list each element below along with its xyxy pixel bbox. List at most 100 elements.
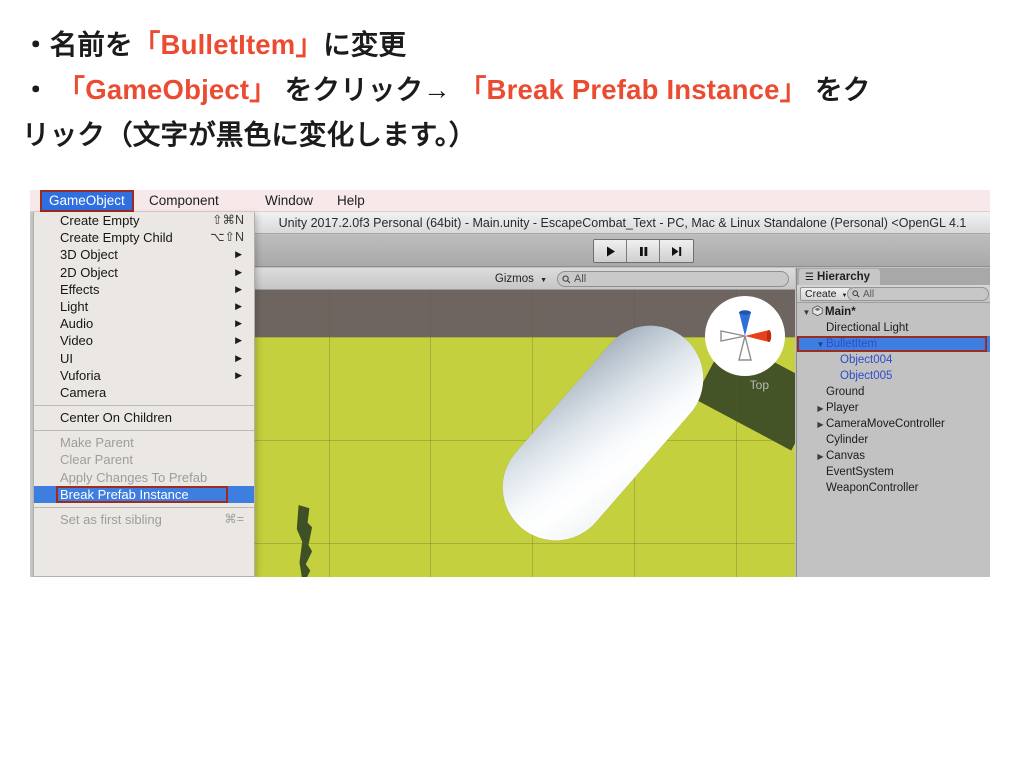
submenu-arrow-icon: ▶ [235, 352, 242, 363]
expand-triangle-closed-icon[interactable]: ▶ [815, 417, 826, 433]
menu-item-vuforia[interactable]: Vuforia ▶ [34, 367, 254, 384]
menu-item-center-on-children[interactable]: Center On Children [34, 409, 254, 426]
menubar-item-label: GameObject [49, 193, 125, 208]
hierarchy-item-ground[interactable]: Ground [797, 384, 990, 400]
playback-controls [593, 239, 694, 263]
hierarchy-tree[interactable]: ▼ Main* Directional Light ▼ BulletItem Object… [797, 304, 990, 577]
pause-button[interactable] [627, 240, 660, 262]
hierarchy-item-main[interactable]: ▼ Main* [797, 304, 990, 320]
submenu-arrow-icon: ▶ [235, 369, 242, 380]
gameobject-dropdown-menu[interactable]: Create Empty ⇧⌘N Create Empty Child ⌥⇧N 3D O… [33, 212, 255, 577]
gizmos-dropdown[interactable]: Gizmos ▼ [490, 271, 552, 289]
hierarchy-toolbar: Create ▼ All [797, 285, 990, 303]
create-button[interactable]: Create ▼ [800, 287, 853, 301]
expand-triangle-open-icon[interactable]: ▼ [815, 337, 826, 353]
menu-item-create-empty-child[interactable]: Create Empty Child ⌥⇧N [34, 229, 254, 246]
instruction-line-2: ・ 「GameObject」 をクリック→ 「Break Prefab Inst… [22, 67, 1002, 112]
line2-highlight-break-prefab: 「Break Prefab Instance」 [458, 74, 808, 105]
hierarchy-item-directional-light[interactable]: Directional Light [797, 320, 990, 336]
menu-separator [34, 404, 254, 406]
search-icon [562, 274, 571, 289]
menu-item-label: Break Prefab Instance [60, 486, 189, 502]
expand-triangle-closed-icon[interactable]: ▶ [815, 449, 826, 465]
scene-viewport[interactable]: Top [255, 290, 795, 577]
step-button[interactable] [660, 240, 693, 262]
submenu-arrow-icon: ▶ [235, 249, 242, 260]
menubar-item-window[interactable]: Window [258, 192, 320, 210]
hierarchy-item-object005[interactable]: Object005 [797, 368, 990, 384]
menu-item-camera[interactable]: Camera [34, 384, 254, 401]
hierarchy-item-label: WeaponController [826, 482, 919, 494]
gizmo-orientation-label: Top [749, 378, 769, 392]
submenu-arrow-icon: ▶ [235, 283, 242, 294]
line1-highlight-bulletitem: 「BulletItem」 [132, 29, 324, 60]
hierarchy-item-canvas[interactable]: ▶ Canvas [797, 448, 990, 464]
submenu-arrow-icon: ▶ [235, 300, 242, 311]
hierarchy-search-value: All [863, 289, 875, 300]
menubar-item-help[interactable]: Help [330, 192, 372, 210]
hierarchy-item-cameramovecontroller[interactable]: ▶ CameraMoveController [797, 416, 990, 432]
line1-prefix: ・名前を [22, 29, 133, 60]
hierarchy-item-player[interactable]: ▶ Player [797, 400, 990, 416]
menubar-item-label: Component [149, 193, 219, 208]
scene-search-input[interactable]: All [557, 271, 789, 287]
hierarchy-item-label: Cylinder [826, 434, 869, 446]
menu-item-ui[interactable]: UI ▶ [34, 350, 254, 367]
hierarchy-item-eventsystem[interactable]: EventSystem [797, 464, 990, 480]
menu-item-label: Vuforia [60, 367, 101, 383]
menu-item-apply-changes-to-prefab: Apply Changes To Prefab [34, 469, 254, 486]
menu-item-label: Audio [60, 316, 94, 332]
menu-item-light[interactable]: Light ▶ [34, 298, 254, 315]
menubar-item-gameobject[interactable]: GameObject [40, 190, 134, 212]
expand-triangle-open-icon[interactable]: ▼ [801, 305, 812, 321]
scene-capsule-object[interactable] [480, 303, 726, 563]
menu-item-label: Effects [60, 281, 100, 297]
menu-item-label: Create Empty Child [60, 230, 173, 246]
scene-view-toolbar: Gizmos ▼ All [255, 268, 795, 290]
hierarchy-search-input[interactable]: All [847, 287, 989, 301]
play-button[interactable] [594, 240, 627, 262]
menu-item-audio[interactable]: Audio ▶ [34, 315, 254, 332]
menu-item-label: Apply Changes To Prefab [60, 469, 208, 485]
scene-orientation-gizmo[interactable] [703, 296, 787, 380]
hierarchy-tab-row: ☰ Hierarchy [797, 268, 990, 285]
menu-item-3d-object[interactable]: 3D Object ▶ [34, 246, 254, 263]
scene-gridline [329, 290, 330, 577]
scene-search-value: All [574, 273, 587, 285]
menu-item-effects[interactable]: Effects ▶ [34, 281, 254, 298]
mac-menu-bar: GameObject Component Window Help [30, 190, 990, 212]
hierarchy-item-bulletitem[interactable]: ▼ BulletItem [797, 336, 990, 352]
hierarchy-item-cylinder[interactable]: Cylinder [797, 432, 990, 448]
menubar-item-component[interactable]: Component [142, 192, 226, 210]
hierarchy-item-weaponcontroller[interactable]: WeaponController [797, 480, 990, 496]
scene-gridline [255, 543, 795, 544]
menu-item-break-prefab-instance[interactable]: Break Prefab Instance [34, 485, 254, 503]
menu-item-shortcut: ⌘= [224, 512, 244, 526]
menu-item-video[interactable]: Video ▶ [34, 332, 254, 349]
menu-item-label: UI [60, 350, 73, 366]
hierarchy-tab-label: Hierarchy [816, 271, 871, 283]
menu-item-label: Light [60, 298, 89, 314]
menu-item-2d-object[interactable]: 2D Object ▶ [34, 264, 254, 281]
scene-view[interactable]: Gizmos ▼ All Top [255, 268, 795, 577]
submenu-arrow-icon: ▶ [235, 266, 242, 277]
expand-triangle-closed-icon[interactable]: ▶ [815, 401, 826, 417]
instruction-line-3: リック（文字が黒色に変化します。） [22, 119, 477, 150]
search-icon [852, 289, 860, 302]
menu-item-shortcut: ⇧⌘N [211, 213, 244, 227]
unity-scene-icon [812, 305, 823, 318]
line2-highlight-gameobject: 「GameObject」 [57, 74, 277, 105]
tab-hierarchy[interactable]: ☰ Hierarchy [799, 269, 881, 285]
slide-instruction-text: ・名前を「BulletItem」に変更 ・ 「GameObject」 をクリック… [22, 22, 1002, 157]
hierarchy-item-label: Directional Light [826, 322, 909, 334]
hierarchy-item-label: Canvas [826, 450, 865, 462]
hierarchy-item-label: EventSystem [826, 466, 894, 478]
hierarchy-item-label: Ground [826, 386, 865, 398]
instruction-line-1: ・名前を「BulletItem」に変更 [22, 22, 1002, 67]
line1-suffix: に変更 [323, 29, 407, 60]
menu-item-create-empty[interactable]: Create Empty ⇧⌘N [34, 212, 254, 229]
hierarchy-item-object004[interactable]: Object004 [797, 352, 990, 368]
hierarchy-item-label: Player [826, 402, 859, 414]
submenu-arrow-icon: ▶ [235, 318, 242, 329]
menu-item-label: Create Empty [60, 213, 140, 228]
